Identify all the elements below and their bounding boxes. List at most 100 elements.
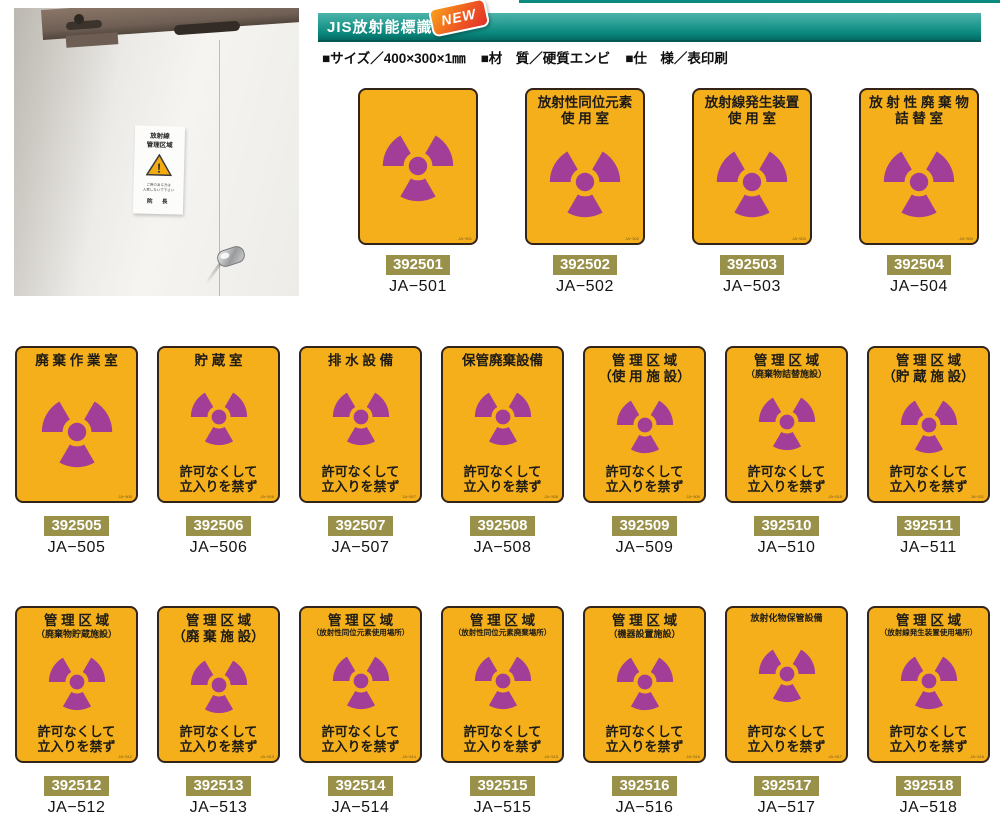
sign-caption-line: 立入りを禁ず [605,740,683,755]
sign-title: 管 理 区 域（廃棄物詰替施設） [729,353,844,380]
sign-plate: 管 理 区 域（廃 棄 施 設）許可なくして立入りを禁ずJA−513 [157,606,280,763]
sign-title-line: 管 理 区 域 [729,353,844,369]
radiation-trefoil-icon [729,624,844,726]
wall-sign-title-line: 管理区域 [135,141,185,151]
sign-title-line: （廃棄物詰替施設） [729,369,844,380]
item-code-badge: 392512 [44,776,108,796]
wall-sign-caution-line: 入室しないで下さい [133,187,183,194]
model-number: JA−517 [758,799,816,817]
item-code-badge: 392510 [754,516,818,536]
radiation-trefoil-icon [19,640,134,726]
model-number: JA−515 [474,799,532,817]
sign-title-line: 管 理 区 域 [871,613,986,629]
sign-plate: JA−501 [358,88,478,245]
radiation-trefoil-icon [587,385,702,465]
sign-caption-line: 立入りを禁ず [889,740,967,755]
model-number: JA−504 [890,278,948,296]
sign-caption-line: 立入りを禁ず [37,740,115,755]
sign-plate: 管 理 区 域（使 用 施 設）許可なくして立入りを禁ずJA−509 [583,346,706,503]
sign-caption: 許可なくして立入りを禁ず [889,725,967,755]
spec-size: ■サイズ／400×300×1㎜ [322,47,466,67]
spec-finish: ■仕 様／表印刷 [625,47,728,67]
radiation-trefoil-icon [529,127,641,237]
radiation-trefoil-icon [445,369,560,465]
radiation-trefoil-icon [696,127,808,237]
sign-title: 放射化物保管設備 [729,613,844,624]
model-number: JA−502 [556,278,614,296]
product-card: 管 理 区 域（廃棄物貯蔵施設）許可なくして立入りを禁ずJA−512392512… [15,606,138,817]
sign-caption: 許可なくして立入りを禁ず [889,465,967,495]
sign-caption: 許可なくして立入りを禁ず [605,465,683,495]
radiation-trefoil-icon [362,95,474,237]
sign-caption-line: 立入りを禁ず [889,480,967,495]
sign-title-line: （放射性同位元素廃棄場所） [445,629,560,638]
sign-title: 管 理 区 域（放射性同位元素廃棄場所） [445,613,560,638]
sign-title-line: （廃棄物貯蔵施設） [19,629,134,640]
product-card: 放射線発生装置使 用 室JA−503392503JA−503 [692,88,812,296]
sign-caption: 許可なくして立入りを禁ず [179,725,257,755]
sign-title-line: 管 理 区 域 [587,613,702,629]
item-code-badge: 392505 [44,516,108,536]
product-card: 管 理 区 域（放射性同位元素使用場所）許可なくして立入りを禁ずJA−51439… [299,606,422,817]
radiation-trefoil-icon [161,369,276,465]
product-card: 放射性同位元素使 用 室JA−502392502JA−502 [525,88,645,296]
sign-plate: 管 理 区 域（放射性同位元素廃棄場所） 許可なくして立入りを禁ずJA−515 [441,606,564,763]
radiation-trefoil-icon [303,369,418,465]
sign-row-2: 廃 棄 作 業 室JA−505392505JA−505貯 蔵 室許可なくして立入… [15,346,990,557]
model-number: JA−511 [900,539,957,557]
corner-mark: JA−517 [828,754,842,759]
sign-title-line: （貯 蔵 施 設） [871,369,986,385]
sign-caption-line: 許可なくして [605,725,683,740]
sign-title-line: 放射線発生装置 [696,95,808,111]
sign-row-3: 管 理 区 域（廃棄物貯蔵施設）許可なくして立入りを禁ずJA−512392512… [15,606,990,817]
sign-caption-line: 立入りを禁ず [747,480,825,495]
product-card: 貯 蔵 室許可なくして立入りを禁ずJA−506392506JA−506 [157,346,280,557]
model-number: JA−518 [900,799,958,817]
sign-caption-line: 立入りを禁ず [747,740,825,755]
corner-mark: JA−506 [260,494,274,499]
sign-caption-line: 立入りを禁ず [463,740,541,755]
sign-caption: 許可なくして立入りを禁ず [747,725,825,755]
sign-title: 放射性同位元素使 用 室 [529,95,641,127]
sign-caption: 許可なくして立入りを禁ず [321,465,399,495]
corner-mark: JA−518 [970,754,984,759]
sign-title-line: 管 理 区 域 [303,613,418,629]
model-number: JA−508 [474,539,532,557]
sign-title-line: （使 用 施 設） [587,369,702,385]
new-badge: NEW [428,0,490,38]
corner-mark: JA−503 [792,236,806,241]
item-code-badge: 392507 [328,516,392,536]
sign-plate: 管 理 区 域（放射性同位元素使用場所）許可なくして立入りを禁ずJA−514 [299,606,422,763]
corner-mark: JA−512 [118,754,132,759]
installation-photo: 放射線 管理区域 ! ご用のある方は 入室しないで下さい 院 長 [14,8,299,296]
warning-triangle-icon: ! [134,153,185,181]
sign-title: 管 理 区 域（廃棄物貯蔵施設） [19,613,134,640]
corner-mark: JA−504 [959,236,973,241]
model-number: JA−507 [332,539,390,557]
sign-plate: 管 理 区 域（貯 蔵 施 設）許可なくして立入りを禁ずJA−511 [867,346,990,503]
sign-title: 管 理 区 域（貯 蔵 施 設） [871,353,986,385]
corner-mark: JA−515 [544,754,558,759]
sign-plate: 管 理 区 域（放射線発生装置使用場所）許可なくして立入りを禁ずJA−518 [867,606,990,763]
sign-title: 管 理 区 域（廃 棄 施 設） [161,613,276,645]
sign-title-line: 管 理 区 域 [445,613,560,629]
sign-caption-line: 許可なくして [747,465,825,480]
radiation-trefoil-icon [19,369,134,495]
sign-caption-line: 許可なくして [463,725,541,740]
sign-caption: 許可なくして立入りを禁ず [463,725,541,755]
sign-title: 放 射 性 廃 棄 物詰 替 室 [863,95,975,127]
product-card: 管 理 区 域（放射線発生装置使用場所）許可なくして立入りを禁ずJA−518 39… [867,606,990,817]
product-card: JA−501392501JA−501 [358,88,478,296]
model-number: JA−506 [190,539,248,557]
sign-plate: 管 理 区 域（機器設置施設）許可なくして立入りを禁ずJA−516 [583,606,706,763]
sign-title-line: （放射性同位元素使用場所） [303,629,418,638]
sign-title-line: 放射性同位元素 [529,95,641,111]
item-code-badge: 392508 [470,516,534,536]
sign-caption: 許可なくして立入りを禁ず [37,725,115,755]
corner-mark: JA−507 [402,494,416,499]
model-number: JA−510 [758,539,816,557]
sign-plate: 貯 蔵 室許可なくして立入りを禁ずJA−506 [157,346,280,503]
sign-title-line: 放 射 性 廃 棄 物 [863,95,975,111]
item-code-badge: 392518 [896,776,960,796]
model-number: JA−512 [48,799,106,817]
